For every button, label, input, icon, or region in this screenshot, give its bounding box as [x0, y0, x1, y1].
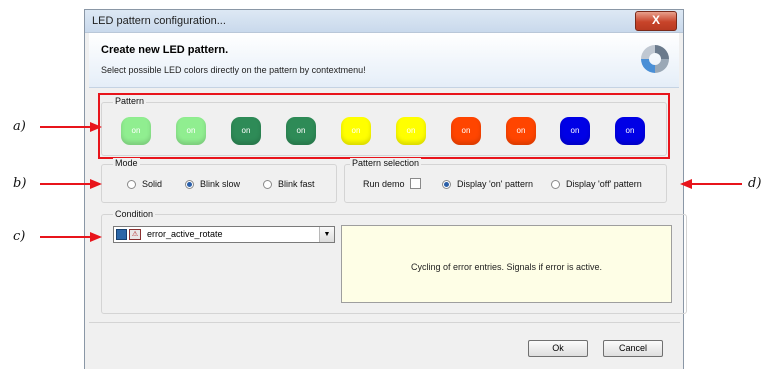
annotation-a-arrow-icon	[40, 122, 102, 132]
mode-solid-radio[interactable]	[127, 180, 136, 189]
cancel-button[interactable]: Cancel	[603, 340, 663, 357]
mode-blink-fast-radio[interactable]	[263, 180, 272, 189]
condition-description: Cycling of error entries. Signals if err…	[410, 262, 603, 272]
annotation-b: b)	[13, 176, 27, 191]
ok-button[interactable]: Ok	[528, 340, 588, 357]
pattern-selection-label: Pattern selection	[350, 158, 422, 168]
condition-description-box: Cycling of error entries. Signals if err…	[341, 225, 672, 303]
header-subtitle: Select possible LED colors directly on t…	[101, 65, 366, 75]
pattern-highlight-box	[98, 93, 670, 159]
mode-solid-label[interactable]: Solid	[142, 179, 162, 189]
annotation-a: a)	[13, 119, 26, 134]
title-bar[interactable]: LED pattern configuration... X	[85, 10, 683, 33]
dropdown-arrow-icon[interactable]: ▼	[319, 227, 334, 242]
condition-selected-value: error_active_rotate	[147, 229, 223, 239]
header-title: Create new LED pattern.	[101, 44, 229, 56]
run-demo-label[interactable]: Run demo	[363, 179, 405, 189]
annotation-d-arrow-icon	[680, 179, 742, 189]
footer-divider	[89, 322, 680, 323]
display-on-pattern-radio[interactable]	[442, 180, 451, 189]
condition-label: Condition	[113, 209, 156, 219]
annotation-c: c)	[13, 229, 26, 244]
mode-blink-fast-label[interactable]: Blink fast	[278, 179, 315, 189]
annotation-c-arrow-icon	[40, 232, 102, 242]
app-logo-icon	[641, 45, 669, 73]
mode-label: Mode	[113, 158, 140, 168]
mode-blink-slow-label[interactable]: Blink slow	[200, 179, 240, 189]
condition-dropdown[interactable]: ⚠ error_active_rotate ▼	[113, 226, 335, 243]
window-title: LED pattern configuration...	[92, 15, 226, 27]
close-button[interactable]: X	[635, 11, 677, 31]
annotation-b-arrow-icon	[40, 179, 102, 189]
condition-type-icon	[116, 229, 127, 240]
mode-blink-slow-radio[interactable]	[185, 180, 194, 189]
annotation-d: d)	[748, 176, 762, 191]
dialog-header: Create new LED pattern. Select possible …	[89, 33, 679, 88]
display-off-pattern-label[interactable]: Display 'off' pattern	[566, 179, 642, 189]
run-demo-checkbox[interactable]	[410, 178, 421, 189]
display-off-pattern-radio[interactable]	[551, 180, 560, 189]
error-icon: ⚠	[129, 229, 141, 240]
display-on-pattern-label[interactable]: Display 'on' pattern	[457, 179, 533, 189]
